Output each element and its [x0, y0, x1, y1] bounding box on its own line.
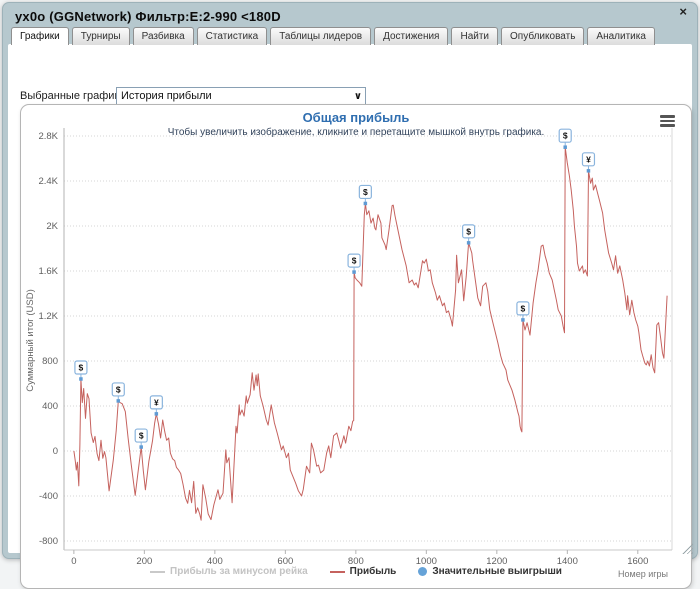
marker-anchor-dot — [154, 412, 159, 416]
legend-item[interactable]: Значительные выигрыши — [418, 566, 562, 577]
win-marker-symbol: $ — [521, 303, 526, 313]
tab[interactable]: Достижения — [374, 27, 449, 45]
marker-anchor-dot — [116, 399, 121, 403]
win-marker-symbol: $ — [352, 256, 357, 266]
y-tick-label: 400 — [42, 401, 58, 412]
legend-label: Прибыль — [349, 566, 397, 577]
y-tick-label: 2.4K — [38, 176, 58, 187]
marker-anchor-dot — [79, 377, 83, 381]
tab-bar: Графики Турниры Разбивка Статистика Таблицы … — [11, 27, 655, 45]
legend-item[interactable]: Прибыль за минусом рейка — [150, 566, 308, 577]
legend-item[interactable]: Прибыль — [329, 566, 397, 577]
y-tick-label: 1.2K — [38, 311, 58, 322]
tab[interactable]: Графики — [11, 27, 69, 45]
tab[interactable]: Опубликовать — [501, 27, 585, 45]
legend-line-icon — [329, 570, 345, 573]
y-tick-label: 1.6K — [38, 266, 58, 277]
y-tick-label: 2.8K — [38, 131, 58, 142]
y-tick-label: 800 — [42, 356, 58, 367]
graph-select-dropdown[interactable]: История прибыли ∨ — [116, 87, 366, 105]
tab[interactable]: Найти — [451, 27, 499, 45]
y-tick-label: 0 — [53, 446, 58, 457]
marker-anchor-dot — [466, 241, 471, 245]
marker-anchor-dot — [363, 201, 368, 206]
win-marker-symbol: $ — [116, 384, 121, 394]
y-tick-label: 2K — [46, 221, 58, 232]
chart-legend: Прибыль за минусом рейка Прибыль Значитель… — [21, 566, 691, 577]
y-tick-label: -400 — [39, 491, 58, 502]
win-marker-symbol: $ — [79, 362, 84, 372]
win-marker-symbol: $ — [139, 431, 144, 441]
chart-plot[interactable]: -800-40004008001.2K1.6K2K2.4K2.8K0 200 400… — [21, 105, 691, 588]
win-marker-symbol: ¥ — [586, 154, 591, 164]
marker-anchor-dot — [521, 318, 525, 322]
tab[interactable]: Аналитика — [587, 27, 655, 45]
legend-label: Значительные выигрыши — [432, 566, 562, 577]
graph-select-value: История прибыли — [121, 90, 212, 102]
tab[interactable]: Таблицы лидеров — [270, 27, 372, 45]
chart-panel: Общая прибыль Чтобы увеличить изображени… — [20, 104, 692, 589]
y-axis-title: Суммарный итог (USD) — [25, 289, 36, 391]
marker-anchor-dot — [352, 270, 356, 274]
graph-select-label: Выбранные графики: — [20, 90, 129, 102]
win-marker-symbol: ¥ — [154, 397, 159, 407]
tab[interactable]: Турниры — [71, 27, 130, 45]
legend-label: Прибыль за минусом рейка — [170, 566, 308, 577]
content-area: Выбранные графики: История прибыли ∨ Общ… — [8, 44, 692, 589]
legend-circle-icon — [418, 567, 428, 576]
profit-line — [73, 146, 668, 521]
legend-line-icon — [150, 570, 166, 573]
win-marker-symbol: $ — [563, 131, 568, 141]
window-title: yx0o (GGNetwork) Фильтр:E:2-990 <180D — [15, 9, 281, 24]
chevron-down-icon: ∨ — [353, 91, 362, 102]
app-window: yx0o (GGNetwork) Фильтр:E:2-990 <180D × … — [2, 2, 698, 589]
marker-anchor-dot — [586, 169, 591, 173]
tab[interactable]: Статистика — [196, 27, 268, 45]
win-marker-symbol: $ — [363, 187, 368, 197]
close-icon[interactable]: × — [679, 5, 687, 19]
win-marker-symbol: $ — [466, 226, 471, 236]
marker-anchor-dot — [139, 445, 143, 449]
marker-anchor-dot — [563, 145, 567, 149]
tab[interactable]: Разбивка — [132, 27, 194, 45]
y-tick-label: -800 — [39, 536, 58, 547]
